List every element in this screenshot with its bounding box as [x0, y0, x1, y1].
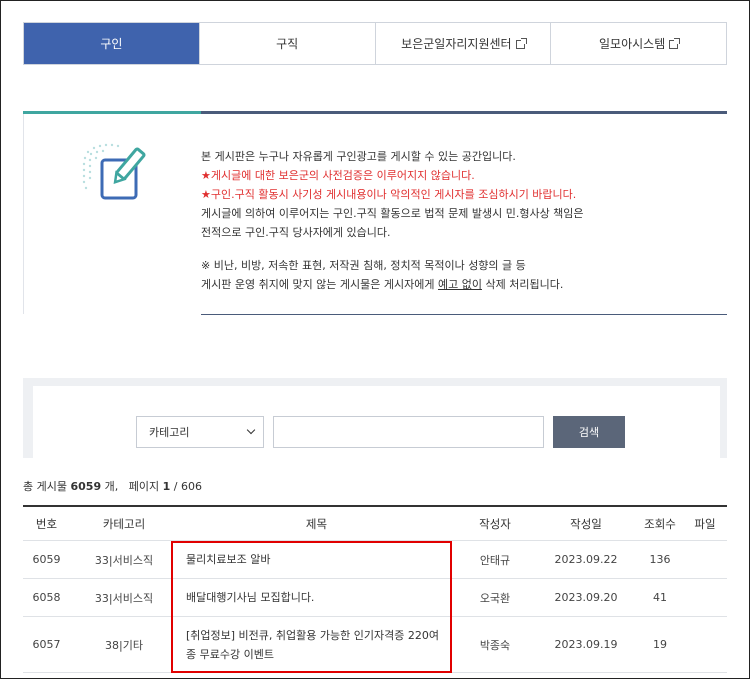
notice-text-part: 게시판 운영 취지에 맞지 않는 게시물은 게시자에게: [201, 278, 438, 291]
cell-category: 33|서비스직: [94, 591, 154, 605]
tab-employment-center[interactable]: 보은군일자리지원센터: [374, 23, 551, 64]
header-views: 조회수: [644, 516, 676, 531]
tab-label: 구직: [276, 37, 299, 51]
cell-views: 41: [653, 591, 667, 604]
notice-warning: ★구인.구직 활동시 사기성 게시내용이나 악의적인 게시자를 조심하시기 바랍…: [201, 188, 577, 201]
cell-author: 오국환: [479, 591, 511, 605]
external-link-icon: [515, 38, 527, 49]
table-header: 번호 카테고리 제목 작성자 작성일 조회수 파일: [23, 507, 727, 541]
cell-author: 박종숙: [479, 638, 511, 652]
post-count: 총 게시물 6059 개, 페이지 1 / 606: [23, 478, 202, 494]
cell-title: [취업정보] 비전큐, 취업활용 가능한 인기자격증 220여종 무료수강 이벤…: [178, 626, 455, 664]
post-table: 번호 카테고리 제목 작성자 작성일 조회수 파일 6059 33|서비스직 물…: [23, 505, 727, 673]
cell-category: 33|서비스직: [94, 553, 154, 567]
header-title: 제목: [305, 516, 328, 531]
cell-views: 136: [649, 553, 671, 566]
cell-category: 38|기타: [105, 638, 143, 652]
notice-line: 게시판 운영 취지에 맞지 않는 게시물은 게시자에게 예고 없이 삭제 처리됩…: [201, 275, 721, 294]
cell-date: 2023.09.20: [554, 591, 618, 604]
post-title-link[interactable]: 배달대행기사님 모집합니다.: [180, 588, 455, 607]
tab-bar: 구인 구직 보은군일자리지원센터 일모아시스템: [23, 22, 727, 65]
title-line: [취업정보] 비전큐, 취업활용 가능한 인기자격증 220여: [186, 628, 439, 642]
notice-line: 전적으로 구인.구직 당사자에게 있습니다.: [201, 226, 391, 239]
notice-line: 본 게시판은 누구나 자유롭게 구인광고를 게시할 수 있는 공간입니다.: [201, 150, 516, 163]
total-label: 총 게시물: [23, 480, 67, 493]
category-select[interactable]: 카테고리: [136, 416, 264, 448]
external-link-icon: [669, 38, 681, 49]
notice-line: ※ 비난, 비방, 저속한 표현, 저작권 침해, 정치적 목적이나 성향의 글…: [201, 259, 526, 272]
post-title-link[interactable]: [취업정보] 비전큐, 취업활용 가능한 인기자격증 220여종 무료수강 이벤…: [180, 626, 455, 664]
category-select-value: 카테고리: [149, 426, 190, 439]
notice-left-border: [23, 114, 24, 314]
header-file: 파일: [694, 516, 716, 531]
table-row: 6058 33|서비스직 배달대행기사님 모집합니다. 오국환 2023.09.…: [23, 579, 727, 617]
table-row: 6057 38|기타 [취업정보] 비전큐, 취업활용 가능한 인기자격증 22…: [23, 617, 727, 673]
search-button[interactable]: 검색: [553, 416, 625, 448]
cell-date: 2023.09.22: [554, 553, 618, 566]
notice-top-border: [201, 111, 727, 114]
tab-job-seeking[interactable]: 구직: [198, 23, 375, 64]
cell-title: 물리치료보조 알바: [178, 550, 455, 569]
title-line: 종 무료수강 이벤트: [186, 647, 274, 661]
cell-no: 6058: [32, 591, 61, 604]
total-suffix: 개,: [104, 480, 119, 493]
post-title-link[interactable]: 물리치료보조 알바: [180, 550, 455, 569]
notice-line: 게시글에 의하여 이루어지는 구인.구직 활동으로 법적 문제 발생시 민.형사…: [201, 207, 584, 220]
table-row: 6059 33|서비스직 물리치료보조 알바 안태규 2023.09.22 13…: [23, 541, 727, 579]
notice-underlined: 예고 없이: [438, 278, 482, 291]
page-label: 페이지: [128, 480, 160, 493]
tab-job-offer[interactable]: 구인: [24, 23, 199, 64]
cell-views: 19: [653, 638, 667, 651]
notice-text-part: 삭제 처리됩니다.: [481, 278, 564, 291]
tab-label: 일모아시스템: [599, 37, 666, 51]
header-date: 작성일: [570, 516, 602, 531]
tab-label: 구인: [100, 37, 123, 51]
header-author: 작성자: [479, 516, 511, 531]
header-no: 번호: [35, 516, 58, 531]
cell-date: 2023.09.19: [554, 638, 618, 651]
notice-text: 본 게시판은 누구나 자유롭게 구인광고를 게시할 수 있는 공간입니다. ★게…: [201, 147, 721, 294]
cell-no: 6057: [32, 638, 61, 651]
page-total: / 606: [173, 480, 202, 493]
tab-label: 보은군일자리지원센터: [401, 37, 512, 51]
cell-author: 안태규: [479, 553, 511, 567]
cell-title: 배달대행기사님 모집합니다.: [178, 588, 455, 607]
edit-document-icon: [82, 143, 146, 200]
notice-bottom-border: [201, 314, 727, 315]
notice-warning: ★게시글에 대한 보은군의 사전검증은 이루어지지 않습니다.: [201, 169, 475, 182]
header-category: 카테고리: [102, 516, 146, 531]
chevron-down-icon: [246, 425, 256, 435]
tab-ilmoa-system[interactable]: 일모아시스템: [550, 23, 726, 64]
search-input[interactable]: [273, 416, 544, 448]
cell-no: 6059: [32, 553, 61, 566]
notice-accent-bar: [23, 111, 201, 114]
page-current: 1: [162, 480, 171, 493]
total-count: 6059: [70, 480, 102, 493]
